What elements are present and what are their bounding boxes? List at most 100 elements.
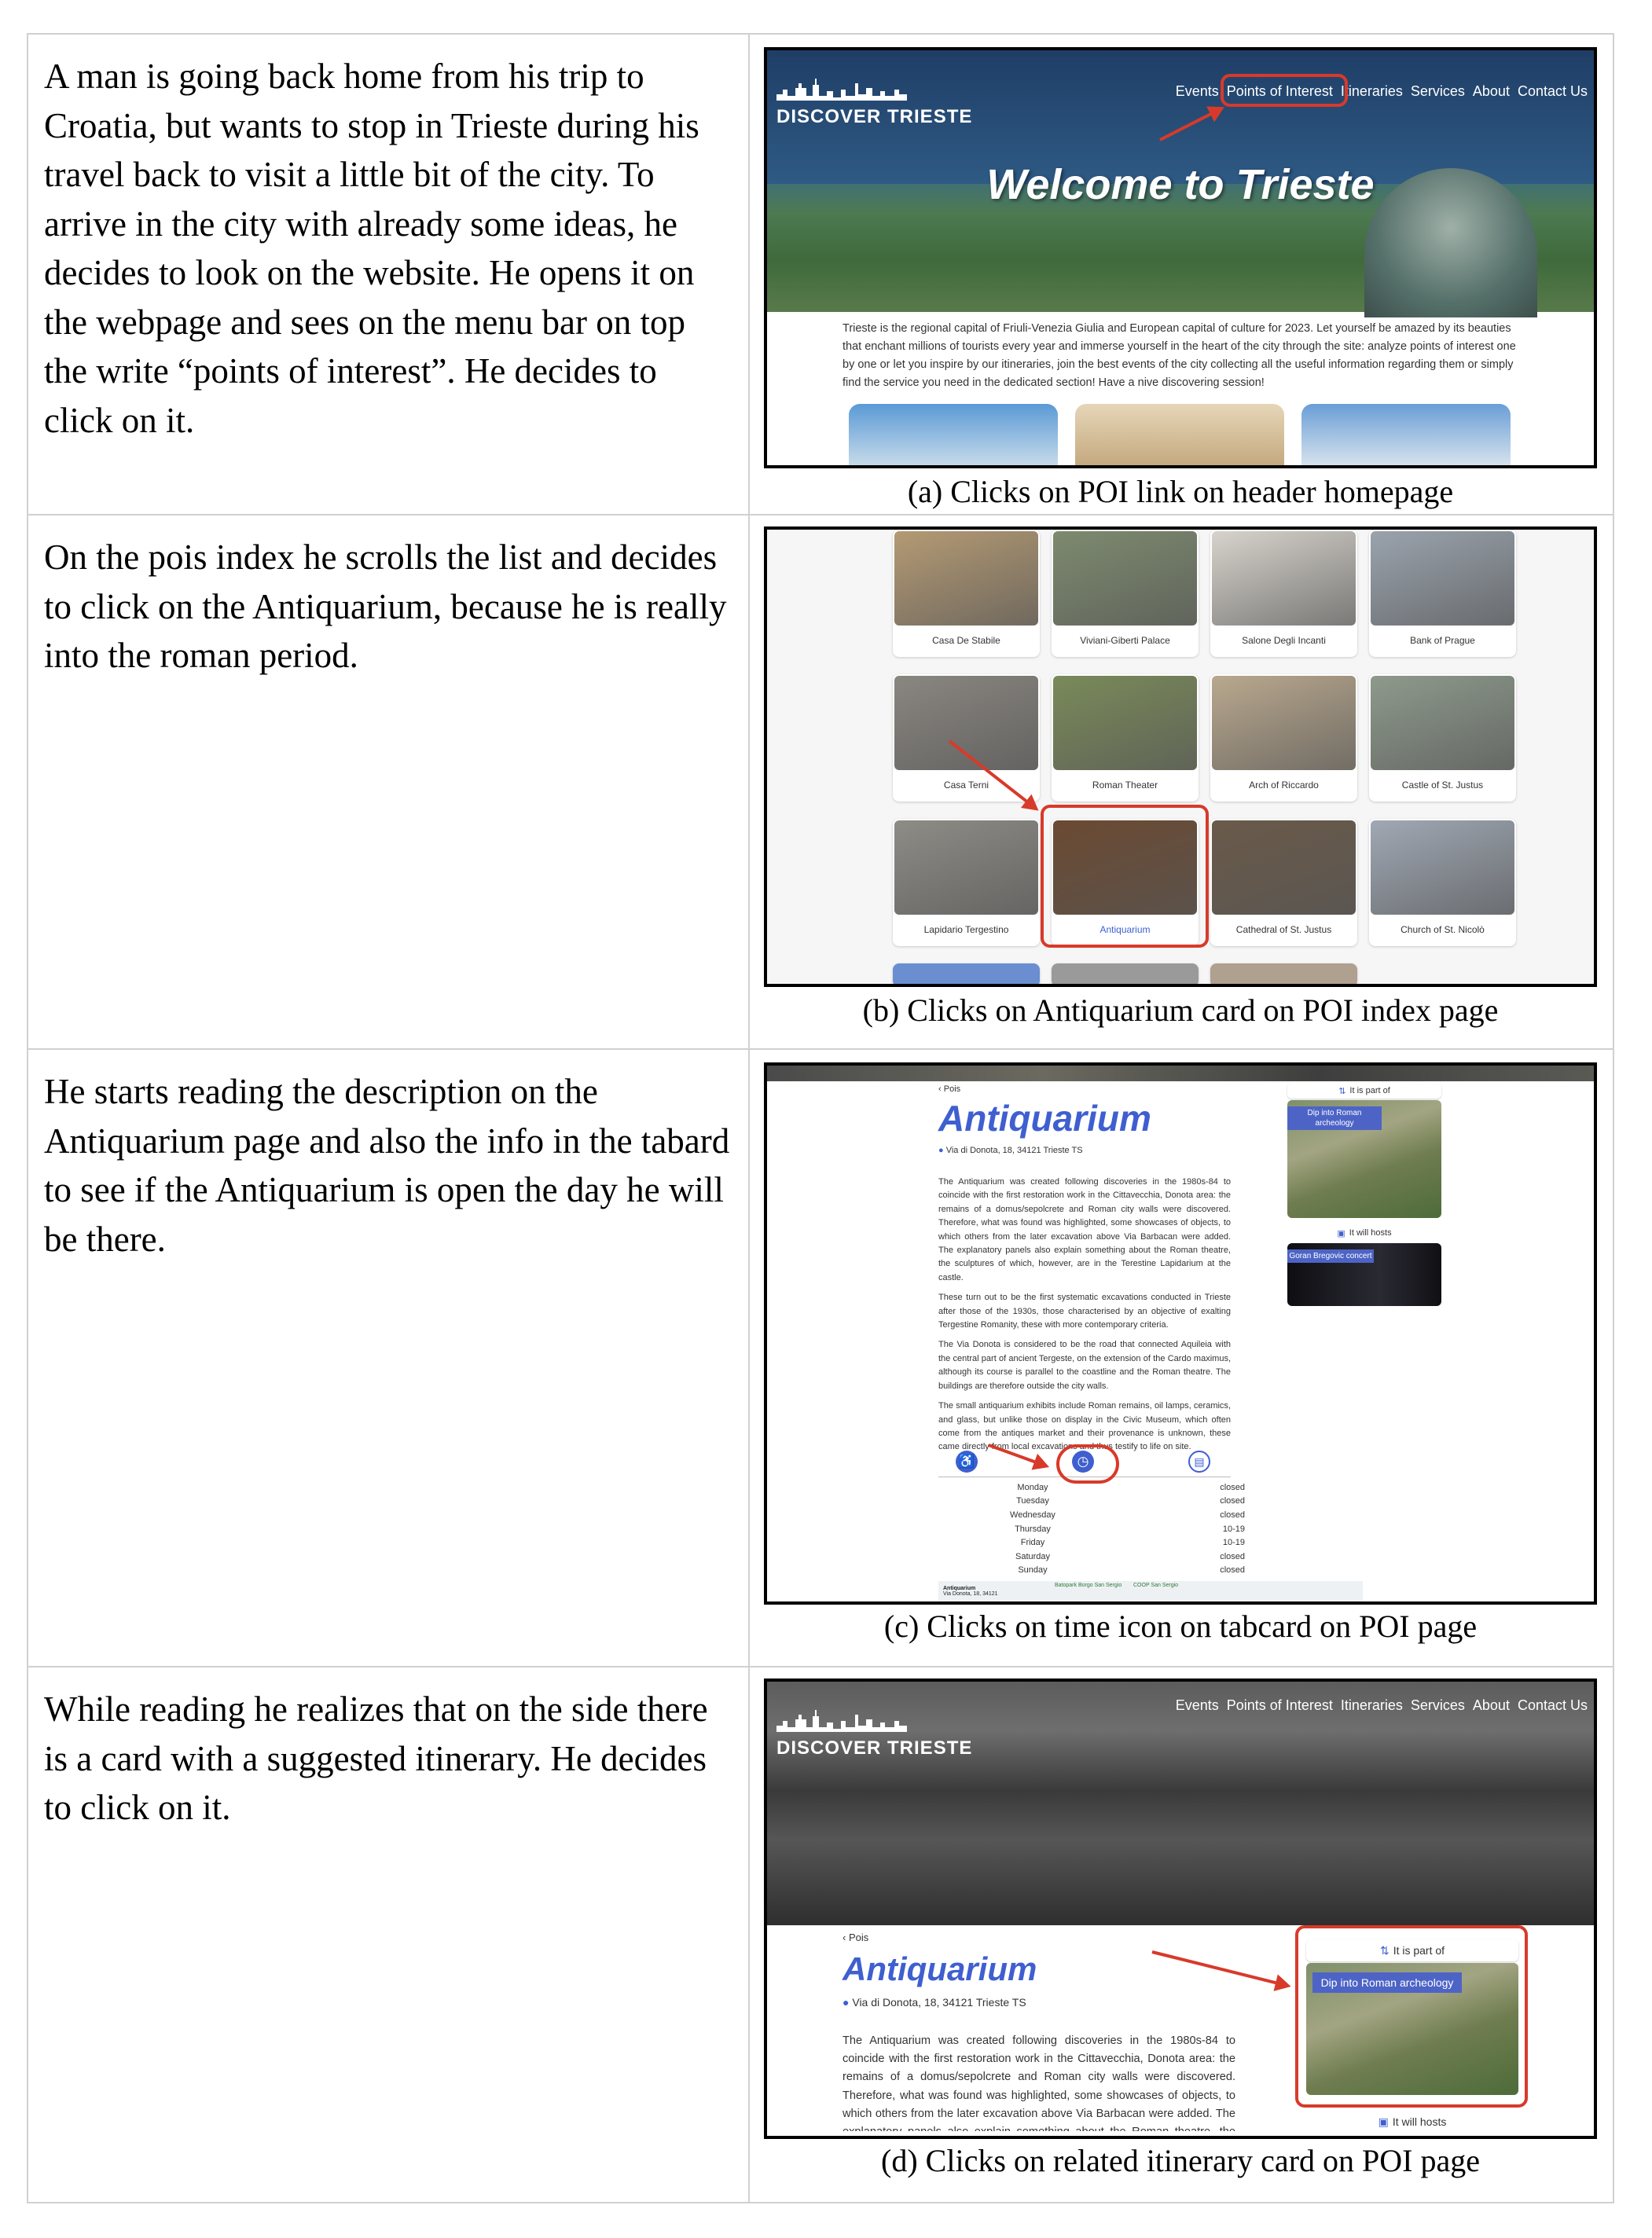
paragraph: The Antiquarium was created following di… [843, 2034, 1235, 2131]
opening-hours-table: Monday closed Tuesday closed Wednesday closed… [954, 1480, 1268, 1577]
poi-card-label: Church of St. Nicolò [1401, 924, 1485, 935]
event-label: Goran Bregovic concert [1287, 1249, 1374, 1263]
skyline-icon [776, 1710, 907, 1732]
hours-row: Sunday closed [954, 1564, 1268, 1578]
poi-card[interactable]: Castle of St. Justus [1369, 674, 1516, 802]
table-row: While reading he realizes that on the si… [28, 1667, 1613, 2202]
event-card[interactable]: Goran Bregovic concert [1287, 1243, 1441, 1306]
map[interactable]: Antiquarium Via Donota, 18, 34121 Batopar… [938, 1581, 1363, 1601]
poi-card-label: Viviani-Giberti Palace [1080, 635, 1170, 646]
poi-card-label: Castle of St. Justus [1401, 780, 1484, 791]
intro-text: Trieste is the regional capital of Friul… [843, 322, 1516, 389]
figure-caption: (d) Clicks on related itinerary card on … [881, 2143, 1480, 2178]
nav-about[interactable]: About [1473, 1697, 1510, 1714]
poi-card-label: Casa De Stabile [932, 635, 1000, 646]
day-label: Sunday [1018, 1565, 1048, 1576]
hours-row: Tuesday closed [954, 1495, 1268, 1509]
figure-caption: (c) Clicks on time icon on tabcard on PO… [883, 1609, 1478, 1644]
poi-card[interactable]: Arch of Riccardo [1210, 674, 1357, 802]
route-icon: ⇅ [1338, 1086, 1346, 1096]
part-of-label: ⇅ It is part of [1287, 1083, 1441, 1099]
hours-value: closed [1220, 1482, 1245, 1492]
figure-cell: ‹ Pois Antiquarium ● Via di Donota, 18, … [750, 1050, 1613, 1666]
poi-card[interactable]: Bank of Prague [1369, 530, 1516, 657]
table-row: He starts reading the description on the… [28, 1050, 1613, 1667]
poi-address: ● Via di Donota, 18, 34121 Trieste TS [843, 1996, 1026, 2009]
site-logo[interactable]: Discover Trieste [776, 1705, 972, 1759]
nav-about[interactable]: About [1473, 83, 1510, 100]
poi-card[interactable]: Roman Theater [1052, 674, 1199, 802]
hosts-label: ▣ It will hosts [1378, 2115, 1447, 2129]
hours-value: closed [1220, 1510, 1245, 1520]
poi-card[interactable]: Casa Terni [893, 674, 1040, 802]
logo-text: Discover Trieste [776, 106, 973, 127]
day-label: Saturday [1015, 1551, 1051, 1561]
poi-card[interactable] [893, 963, 1040, 984]
hours-value: closed [1220, 1551, 1245, 1561]
itinerary-card[interactable]: Dip into Roman archeology [1287, 1100, 1441, 1218]
poi-card[interactable]: Church of St. Nicolò [1369, 819, 1516, 946]
narrative-cell: A man is going back home from his trip t… [28, 35, 750, 514]
poi-card[interactable] [1210, 963, 1357, 984]
accessibility-icon[interactable]: ♿ [956, 1451, 978, 1473]
poi-page-screenshot: Discover Trieste Events Points of Intere… [764, 1678, 1597, 2139]
thumbnail[interactable] [849, 404, 1058, 465]
poi-card-label: Lapidario Tergestino [923, 924, 1009, 935]
nav-points-of-interest[interactable]: Points of Interest [1227, 1697, 1333, 1714]
back-link[interactable]: ‹ Pois [938, 1084, 960, 1094]
poi-card[interactable]: Viviani-Giberti Palace [1052, 530, 1199, 657]
poi-card-label: Arch of Riccardo [1249, 780, 1319, 791]
figure-caption: (b) Clicks on Antiquarium card on POI in… [862, 992, 1499, 1028]
calendar-icon: ▣ [1378, 2115, 1389, 2128]
highlight-circle [1056, 1444, 1119, 1484]
nav-services[interactable]: Services [1411, 1697, 1465, 1714]
hours-row: Thursday 10-19 [954, 1522, 1268, 1536]
main-nav: Events Points of Interest Itineraries Se… [1176, 1697, 1588, 1714]
nav-itineraries[interactable]: Itineraries [1341, 1697, 1403, 1714]
narrative-cell: He starts reading the description on the… [28, 1050, 750, 1666]
nav-events[interactable]: Events [1176, 83, 1219, 100]
poi-card[interactable]: Cathedral of St. Justus [1210, 819, 1357, 946]
location-pin-icon: ● [843, 1996, 850, 2009]
map-poi: Batopark Borgo San Sergio [1055, 1583, 1122, 1588]
poi-card[interactable] [1052, 963, 1199, 984]
welcome-heading: Welcome to Trieste [986, 161, 1375, 208]
hours-value: 10-19 [1222, 1524, 1245, 1534]
poi-card-label: Bank of Prague [1410, 635, 1475, 646]
nav-contact-us[interactable]: Contact Us [1518, 83, 1588, 100]
poi-card-image [1212, 820, 1356, 915]
highlight-box [1221, 74, 1348, 107]
poi-card[interactable]: Lapidario Tergestino [893, 819, 1040, 946]
day-label: Wednesday [1010, 1510, 1055, 1520]
poi-card-label: Salone Degli Incanti [1242, 635, 1326, 646]
figure-caption: (a) Clicks on POI link on header homepag… [907, 474, 1454, 509]
nav-services[interactable]: Services [1411, 83, 1465, 100]
hours-row: Monday closed [954, 1480, 1268, 1495]
hours-row: Wednesday closed [954, 1508, 1268, 1522]
nav-itineraries[interactable]: Itineraries [1341, 83, 1403, 100]
poi-address: ● Via di Donota, 18, 34121 Trieste TS [938, 1146, 1083, 1155]
site-logo[interactable]: Discover Trieste [776, 74, 972, 128]
hours-value: closed [1220, 1496, 1245, 1506]
homepage-screenshot: Discover Trieste Events Points of Intere… [764, 47, 1597, 468]
poi-card-image [1212, 676, 1356, 770]
figure-cell: Casa De Stabile Viviani-Giberti Palace Sal… [750, 515, 1613, 1048]
thumbnail[interactable] [1301, 404, 1511, 465]
poi-card[interactable]: Casa De Stabile [893, 530, 1040, 657]
figure-cell: Discover Trieste Events Points of Intere… [750, 35, 1613, 514]
hero-strip [767, 1066, 1594, 1081]
day-label: Tuesday [1016, 1496, 1049, 1506]
poi-card-label: Casa Terni [943, 780, 989, 791]
figure-cell: Discover Trieste Events Points of Intere… [750, 1667, 1613, 2202]
poi-card[interactable]: Salone Degli Incanti [1210, 530, 1357, 657]
poi-page-screenshot: ‹ Pois Antiquarium ● Via di Donota, 18, … [764, 1062, 1597, 1605]
nav-events[interactable]: Events [1176, 1697, 1219, 1714]
hours-value: 10-19 [1222, 1538, 1245, 1548]
ticket-icon[interactable]: ▤ [1188, 1451, 1210, 1473]
thumbnail[interactable] [1075, 404, 1284, 465]
storyboard-table: A man is going back home from his trip t… [27, 33, 1614, 2203]
back-link[interactable]: ‹ Pois [843, 1932, 868, 1943]
nav-contact-us[interactable]: Contact Us [1518, 1697, 1588, 1714]
poi-title: Antiquarium [938, 1098, 1151, 1139]
poi-card-label: Roman Theater [1092, 780, 1158, 791]
